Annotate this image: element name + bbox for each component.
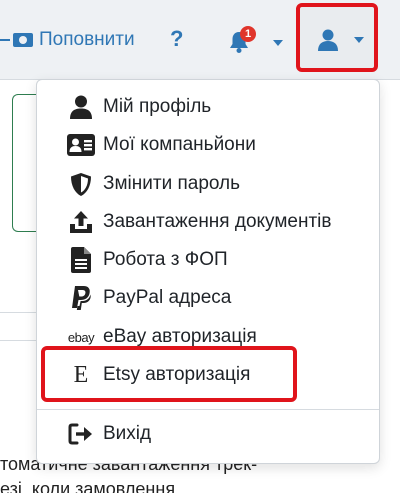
background-text: езі, коли замовлення (0, 479, 176, 493)
topup-label: Поповнити (39, 29, 135, 50)
menu-item-label: Мій профіль (103, 96, 212, 117)
menu-item-ebay-auth[interactable]: ebay eBay авторизація (37, 320, 379, 354)
user-menu-button[interactable] (296, 3, 378, 72)
menu-item-label: eBay авторизація (103, 326, 257, 347)
sign-out-icon (61, 419, 101, 449)
user-icon (318, 29, 338, 51)
help-button[interactable]: ? (170, 26, 183, 52)
chevron-down-icon (273, 40, 283, 46)
notifications-badge: 1 (240, 26, 256, 42)
user-dropdown-menu: Мій профіль Мої компаньйони Змінити паро… (36, 79, 380, 464)
menu-item-my-profile[interactable]: Мій профіль (37, 90, 379, 124)
etsy-logo-icon: E (73, 361, 89, 388)
menu-item-logout[interactable]: Вихід (37, 417, 379, 451)
shield-icon (61, 169, 101, 199)
topup-button[interactable]: Поповнити (0, 27, 135, 53)
id-card-icon (61, 130, 101, 160)
menu-item-label: PayPal адреса (103, 287, 232, 308)
menu-item-label: Etsy авторизація (103, 364, 251, 385)
document-icon (61, 245, 101, 275)
menu-item-label: Змінити пароль (103, 173, 241, 194)
menu-item-fop[interactable]: Робота з ФОП (37, 243, 379, 277)
menu-item-paypal[interactable]: PayPal адреса (37, 281, 379, 315)
menu-item-companions[interactable]: Мої компаньйони (37, 128, 379, 162)
user-icon (61, 92, 101, 122)
menu-item-label: Вихід (103, 423, 152, 444)
chevron-down-icon (354, 37, 364, 43)
notifications-button[interactable]: 1 (228, 26, 288, 56)
menu-item-label: Завантаження документів (103, 211, 332, 232)
upload-icon (61, 207, 101, 237)
divider (0, 312, 40, 313)
paypal-icon (61, 283, 101, 313)
divider (0, 340, 40, 341)
menu-item-change-password[interactable]: Змінити пароль (37, 167, 379, 201)
menu-item-label: Робота з ФОП (103, 249, 228, 270)
menu-item-label: Мої компаньйони (103, 134, 256, 155)
menu-item-etsy-auth[interactable]: E Etsy авторизація (37, 358, 379, 392)
topup-dash (0, 39, 10, 41)
menu-item-upload-documents[interactable]: Завантаження документів (37, 205, 379, 239)
money-icon (13, 33, 33, 47)
ebay-logo-icon: ebay (67, 329, 95, 345)
menu-divider (37, 409, 379, 410)
top-navbar: Поповнити ? 1 (0, 0, 400, 80)
